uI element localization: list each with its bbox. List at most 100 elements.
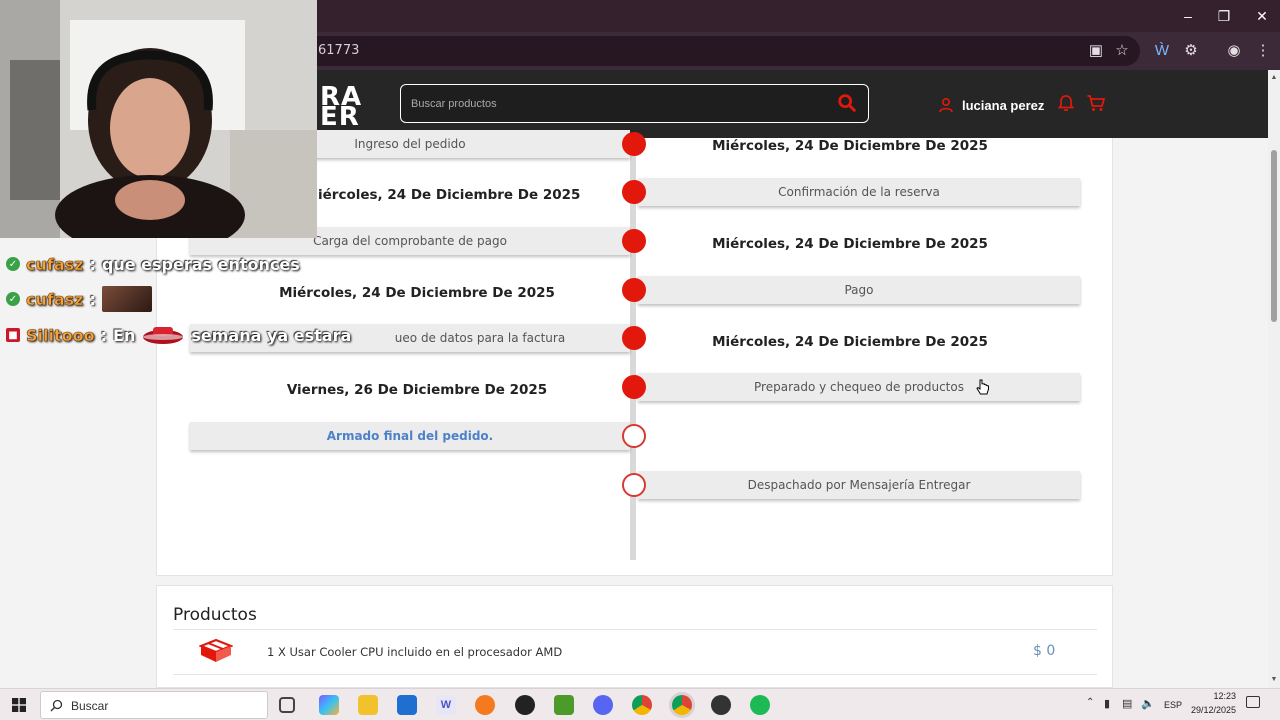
timeline-dot-done — [622, 326, 646, 350]
webcam-feed-image — [0, 0, 317, 238]
store-icon[interactable] — [397, 695, 417, 715]
chat-username: cufasz — [26, 254, 84, 274]
chat-separator: : — [89, 254, 96, 274]
chevron-up-icon[interactable]: ⌃ — [1086, 697, 1094, 708]
step-label: Preparado y chequeo de productos — [754, 380, 964, 394]
menu-kebab-icon[interactable]: ⋮ — [1249, 36, 1277, 64]
taskbar-search-label: Buscar — [71, 699, 109, 713]
webcam-overlay — [0, 0, 317, 238]
cart-icon[interactable] — [1086, 93, 1106, 113]
user-menu[interactable]: luciana perez — [938, 94, 1044, 116]
windows-start-icon[interactable] — [12, 698, 26, 712]
chat-text: semana ya estara — [191, 325, 352, 345]
battery-icon[interactable]: ▮ — [1104, 697, 1110, 710]
extension-puzzle-icon[interactable]: ⚙ — [1177, 36, 1205, 64]
step-label: Despachado por Mensajería Entregar — [747, 478, 971, 492]
timeline-dot-done — [622, 229, 646, 253]
taskbar-search[interactable]: Buscar — [40, 691, 268, 719]
chat-separator: : — [89, 289, 96, 309]
clock-time[interactable]: 12:23 — [1186, 691, 1236, 701]
timeline-dot-done — [622, 132, 646, 156]
discord-icon[interactable] — [593, 695, 613, 715]
step-armado-final: Armado final del pedido. — [190, 422, 630, 450]
step-label: Confirmación de la reserva — [778, 185, 940, 199]
step-despachado: Despachado por Mensajería Entregar — [638, 471, 1080, 499]
cooler-box-icon — [199, 638, 233, 662]
products-card: Productos 1 X Usar Cooler CPU incluido e… — [156, 585, 1113, 688]
chat-username: cufasz — [26, 289, 84, 309]
step-pago: Pago — [638, 276, 1080, 304]
chat-text: que esperas entonces — [101, 254, 300, 274]
restore-icon[interactable]: ❐ — [1206, 0, 1242, 32]
step-date: Viernes, 26 De Diciembre De 2025 — [286, 382, 548, 398]
user-icon — [939, 97, 953, 113]
step-date: Miércoles, 24 De Diciembre De 2025 — [712, 334, 988, 350]
timeline-dot-pending — [622, 424, 646, 448]
hand-cursor-icon — [976, 379, 989, 395]
subscriber-badge-icon: ■ — [6, 328, 20, 342]
step-label: Pago — [844, 283, 874, 297]
bell-icon[interactable] — [1056, 93, 1076, 113]
step-label: Carga del comprobante de pago — [313, 234, 507, 248]
step-preparado-chequeo: Preparado y chequeo de productos — [638, 373, 1080, 401]
app-orange-icon[interactable] — [475, 695, 495, 715]
verified-check-icon: ✓ — [6, 257, 20, 271]
word-icon[interactable]: W — [436, 695, 456, 715]
url-text: 61773 — [318, 43, 360, 58]
clock-date[interactable]: 29/12/2025 — [1186, 705, 1236, 715]
timeline-dot-pending — [622, 473, 646, 497]
step-date: Miércoles, 24 De Diciembre De 2025 — [279, 285, 555, 301]
install-app-icon[interactable]: ▣ — [1082, 36, 1110, 64]
step-confirmacion-reserva: Confirmación de la reserva — [638, 178, 1080, 206]
divider — [173, 629, 1097, 630]
step-label: Ingreso del pedido — [354, 137, 466, 151]
scrollbar-thumb[interactable] — [1271, 150, 1277, 322]
chat-message: ■ Silitooo : En semana ya estara — [6, 324, 351, 346]
timeline-dot-done — [622, 375, 646, 399]
chat-message: ✓ cufasz : — [6, 286, 152, 312]
language-indicator[interactable]: ESP — [1160, 700, 1182, 710]
chat-emote-image — [143, 327, 184, 344]
chat-message: ✓ cufasz : que esperas entonces — [6, 253, 300, 275]
logo-line-2[interactable]: ER — [320, 104, 360, 130]
chat-separator: : — [100, 325, 108, 345]
user-name: luciana perez — [962, 97, 1045, 113]
chat-username: Silitooo — [26, 325, 95, 345]
scroll-up-icon[interactable]: ▲ — [1270, 74, 1278, 82]
obs-icon[interactable] — [515, 695, 535, 715]
product-name[interactable]: 1 X Usar Cooler CPU incluido en el proce… — [267, 645, 562, 659]
file-explorer-icon[interactable] — [358, 695, 378, 715]
close-icon[interactable]: ✕ — [1244, 0, 1280, 32]
minimize-icon[interactable]: – — [1170, 0, 1206, 32]
profile-icon[interactable]: ◉ — [1220, 36, 1248, 64]
step-date: Miércoles, 24 De Diciembre De 2025 — [712, 236, 988, 252]
verified-check-icon: ✓ — [6, 292, 20, 306]
search-icon[interactable] — [836, 92, 858, 114]
url-bar[interactable]: 61773 — [300, 36, 1140, 66]
network-icon[interactable]: ▤ — [1122, 697, 1132, 710]
chat-text: En — [113, 325, 136, 345]
step-date: Miércoles, 24 De Diciembre De 2025 — [712, 138, 988, 154]
minecraft-icon[interactable] — [554, 695, 574, 715]
chat-emote-image — [101, 286, 152, 312]
products-title: Productos — [173, 605, 257, 625]
step-label: Armado final del pedido. — [326, 429, 494, 443]
volume-icon[interactable]: 🔈 — [1141, 697, 1155, 710]
chrome-active-icon[interactable] — [672, 695, 692, 715]
translate-icon[interactable]: Ẁ — [1148, 36, 1176, 64]
task-view-icon[interactable] — [279, 697, 295, 713]
page-scrollbar[interactable]: ▲ ▼ — [1268, 70, 1280, 688]
search-box — [400, 84, 869, 123]
app-dark-icon[interactable] — [711, 695, 731, 715]
chrome-icon[interactable] — [632, 695, 652, 715]
notification-icon[interactable] — [1246, 696, 1260, 708]
copilot-icon[interactable] — [319, 695, 339, 715]
search-input[interactable] — [411, 93, 831, 115]
timeline-dot-done — [622, 278, 646, 302]
divider — [173, 674, 1097, 675]
scroll-down-icon[interactable]: ▼ — [1270, 676, 1278, 684]
step-date: iércoles, 24 De Diciembre De 2025 — [318, 187, 581, 203]
bookmark-star-icon[interactable]: ☆ — [1108, 36, 1136, 64]
product-price: $ 0 — [1033, 643, 1056, 659]
spotify-icon[interactable] — [750, 695, 770, 715]
